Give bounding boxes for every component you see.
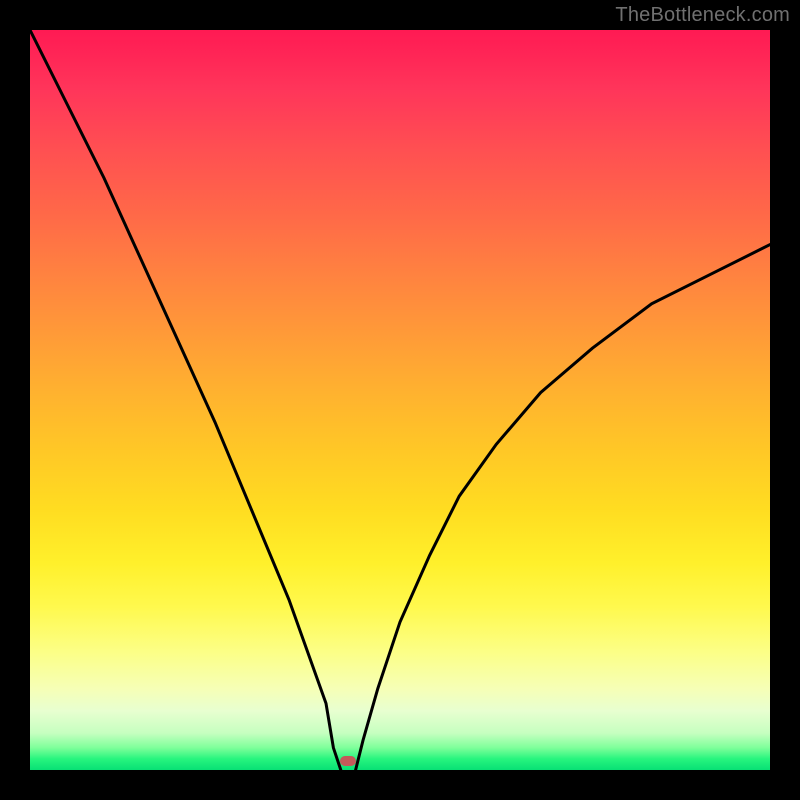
- chart-frame: TheBottleneck.com: [0, 0, 800, 800]
- watermark-text: TheBottleneck.com: [615, 4, 790, 27]
- min-point-marker: [340, 756, 356, 766]
- gradient-plot-area: [30, 30, 770, 770]
